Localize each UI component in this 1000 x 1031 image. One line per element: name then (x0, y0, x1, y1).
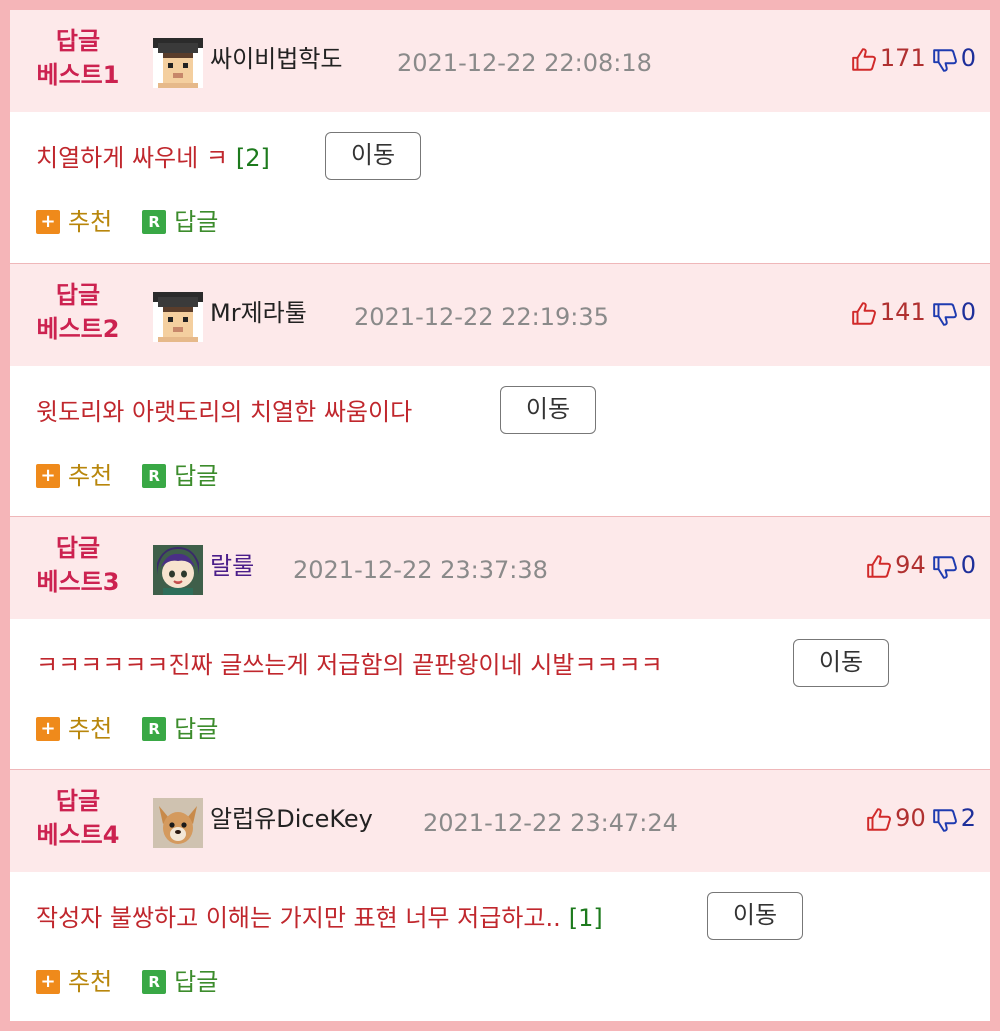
thumbs-up-icon[interactable] (851, 299, 877, 325)
reply-content: 윗도리와 아랫도리의 치열한 싸움이다 (36, 398, 413, 426)
avatar[interactable] (153, 545, 203, 595)
thumbs-up-icon[interactable] (866, 552, 892, 578)
reply-header: 답글 베스트1 싸이비법학도 2021-12-22 22:08:18 171 0 (10, 10, 990, 112)
reply-icon: R (142, 210, 167, 234)
thumbs-up-icon[interactable] (851, 45, 877, 71)
avatar[interactable] (153, 38, 203, 88)
reply-actions: + 추천 R 답글 (36, 709, 248, 749)
upvote-count: 90 (895, 804, 926, 832)
reply-content: ㅋㅋㅋㅋㅋㅋ진짜 글쓰는게 저급함의 끝판왕이네 시발ㅋㅋㅋㅋ (36, 651, 663, 679)
vote-counts: 90 2 (866, 798, 976, 838)
best-rank-label: 답글 베스트1 (36, 27, 120, 89)
reply-button[interactable]: R 답글 (142, 962, 218, 1002)
upvote-count: 94 (895, 551, 926, 579)
avatar[interactable] (153, 292, 203, 342)
reply-content: 작성자 불쌍하고 이해는 가지만 표현 너무 저급하고.. [1] (36, 904, 603, 932)
plus-icon: + (36, 464, 60, 488)
reply-datetime: 2021-12-22 23:37:38 (293, 556, 548, 584)
thumbs-up-icon[interactable] (866, 805, 892, 831)
reply-button[interactable]: R 답글 (142, 709, 218, 749)
reply-header: 답글 베스트3 랄룰 2021-12-22 23:37:38 94 0 (10, 517, 990, 619)
downvote-count: 0 (960, 551, 976, 579)
vote-counts: 94 0 (866, 545, 976, 585)
recommend-button[interactable]: + 추천 (36, 962, 112, 1002)
move-button[interactable]: 이동 (793, 639, 889, 687)
reply-header: 답글 베스트4 알럽유DiceKey 2021-12-22 23:47:24 9… (10, 770, 990, 872)
move-button[interactable]: 이동 (707, 892, 803, 940)
thumbs-down-icon[interactable] (932, 45, 958, 72)
plus-icon: + (36, 970, 60, 994)
author-nickname[interactable]: 싸이비법학도 (210, 39, 342, 79)
author-nickname[interactable]: 알럽유DiceKey (210, 799, 373, 839)
best-rank-label: 답글 베스트3 (36, 534, 120, 596)
recommend-button[interactable]: + 추천 (36, 456, 112, 496)
author-nickname[interactable]: 랄룰 (210, 546, 254, 586)
recommend-button[interactable]: + 추천 (36, 709, 112, 749)
reply-header: 답글 베스트2 Mr제라툴 2021-12-22 22:19:35 141 0 (10, 264, 990, 366)
thumbs-down-icon[interactable] (932, 552, 958, 579)
downvote-count: 0 (960, 44, 976, 72)
reply-datetime: 2021-12-22 22:08:18 (397, 49, 652, 77)
avatar[interactable] (153, 798, 203, 848)
vote-counts: 171 0 (851, 38, 976, 78)
thumbs-down-icon[interactable] (932, 299, 958, 326)
best-reply-4: 답글 베스트4 알럽유DiceKey 2021-12-22 23:47:24 9… (10, 769, 990, 1021)
reply-actions: + 추천 R 답글 (36, 962, 248, 1002)
sub-reply-count[interactable]: [2] (236, 144, 270, 172)
best-reply-2: 답글 베스트2 Mr제라툴 2021-12-22 22:19:35 141 0 … (10, 263, 990, 516)
downvote-count: 2 (960, 804, 976, 832)
reply-content: 치열하게 싸우네 ㅋ [2] (36, 144, 270, 172)
reply-button[interactable]: R 답글 (142, 456, 218, 496)
plus-icon: + (36, 717, 60, 741)
reply-icon: R (142, 464, 167, 488)
reply-datetime: 2021-12-22 22:19:35 (354, 303, 609, 331)
move-button[interactable]: 이동 (500, 386, 596, 434)
plus-icon: + (36, 210, 60, 234)
best-rank-label: 답글 베스트4 (36, 787, 120, 849)
author-nickname[interactable]: Mr제라툴 (210, 293, 307, 333)
sub-reply-count[interactable]: [1] (569, 904, 603, 932)
best-replies-list: 답글 베스트1 싸이비법학도 2021-12-22 22:08:18 171 0… (0, 0, 1000, 1031)
best-reply-1: 답글 베스트1 싸이비법학도 2021-12-22 22:08:18 171 0… (10, 10, 990, 263)
reply-actions: + 추천 R 답글 (36, 202, 248, 242)
best-rank-label: 답글 베스트2 (36, 281, 120, 343)
recommend-button[interactable]: + 추천 (36, 202, 112, 242)
reply-icon: R (142, 970, 167, 994)
reply-actions: + 추천 R 답글 (36, 456, 248, 496)
downvote-count: 0 (960, 298, 976, 326)
reply-icon: R (142, 717, 167, 741)
reply-button[interactable]: R 답글 (142, 202, 218, 242)
best-reply-3: 답글 베스트3 랄룰 2021-12-22 23:37:38 94 0 ㅋㅋㅋㅋ… (10, 516, 990, 769)
upvote-count: 171 (879, 44, 926, 72)
upvote-count: 141 (879, 298, 926, 326)
thumbs-down-icon[interactable] (932, 805, 958, 832)
move-button[interactable]: 이동 (325, 132, 421, 180)
vote-counts: 141 0 (851, 292, 976, 332)
reply-datetime: 2021-12-22 23:47:24 (423, 809, 678, 837)
